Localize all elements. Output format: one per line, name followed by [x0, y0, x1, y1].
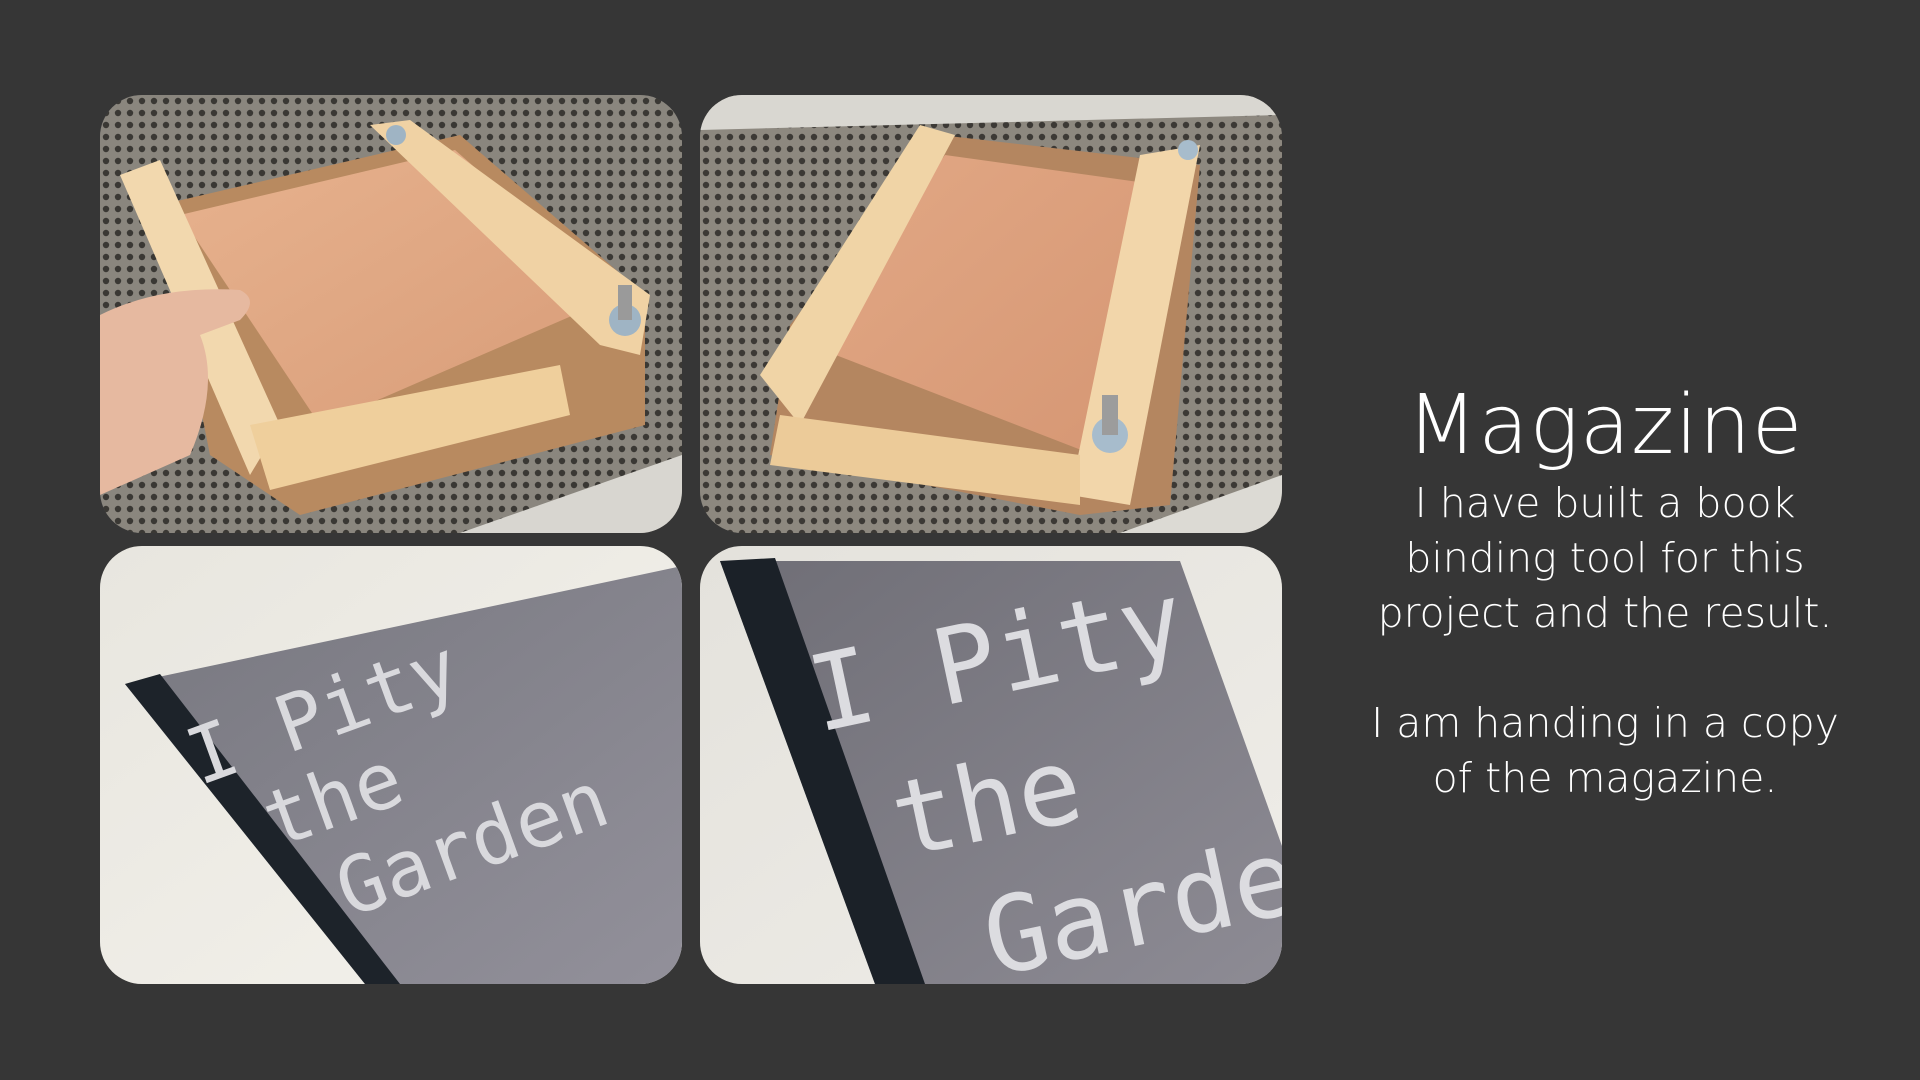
photo-binding-tool-table [700, 95, 1282, 533]
magazine-cover-left-image: I Pity the Garden [100, 546, 682, 984]
text-column: Magazine I have built a book binding too… [1360, 376, 1850, 806]
binding-tool-image [100, 95, 682, 533]
description-paragraph-1: I have built a book binding tool for thi… [1377, 479, 1833, 637]
slide-title: Magazine [1406, 378, 1804, 473]
photo-binding-tool-hand [100, 95, 682, 533]
photo-magazine-cover-left: I Pity the Garden [100, 546, 682, 984]
magazine-cover-right-image: I Pity the Garden [700, 546, 1282, 984]
description-paragraph-2: I am handing in a copy of the magazine. [1371, 699, 1839, 802]
slide: I Pity the Garden I Pity the Garden Maga… [0, 0, 1920, 1080]
photo-magazine-cover-right: I Pity the Garden [700, 546, 1282, 984]
binding-tool-table-image [700, 95, 1282, 533]
